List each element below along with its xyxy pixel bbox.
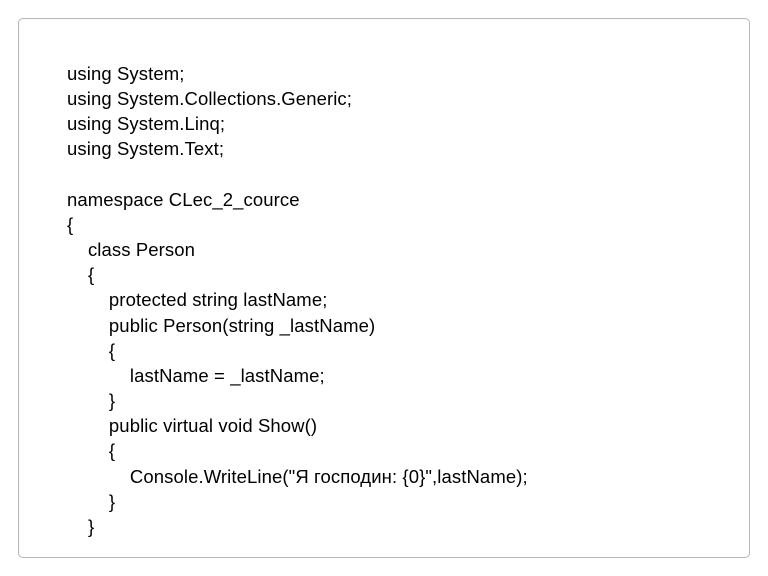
code-block: using System; using System.Collections.G… (67, 61, 701, 539)
slide-frame: using System; using System.Collections.G… (18, 18, 750, 558)
